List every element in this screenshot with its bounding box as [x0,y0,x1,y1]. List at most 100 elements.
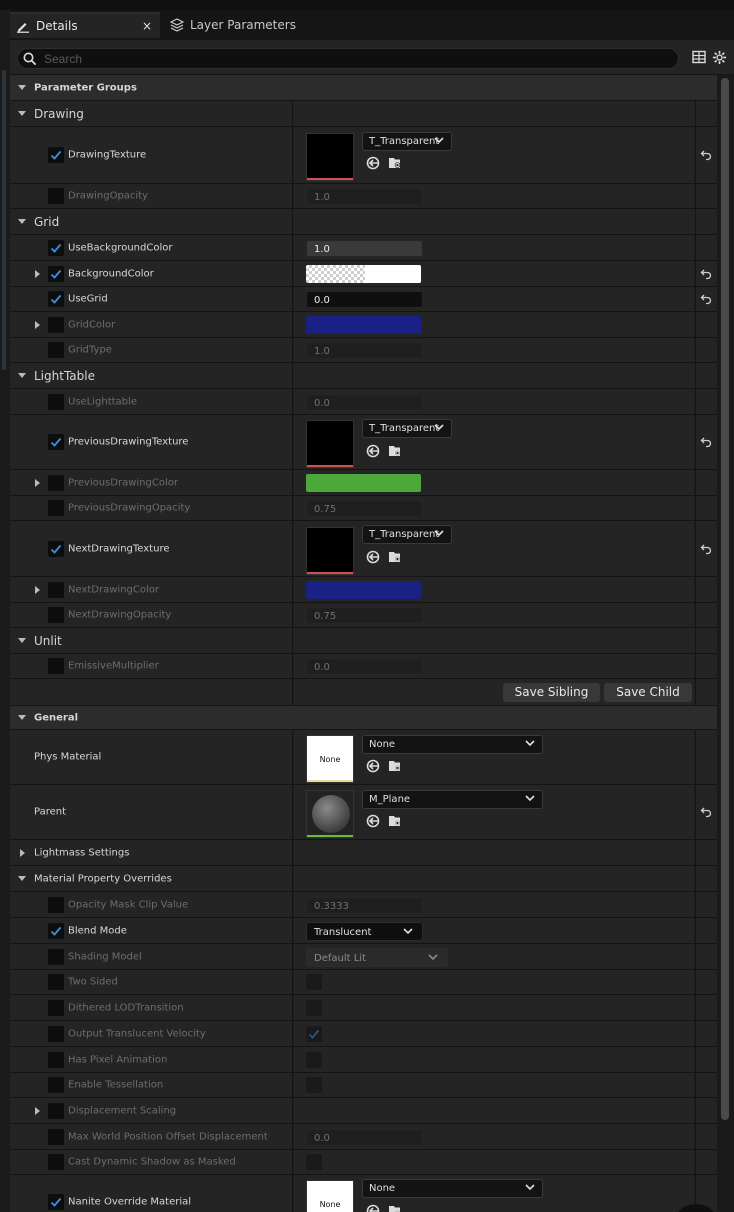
asset-picker-combo[interactable]: None [362,735,543,754]
override-checkbox[interactable] [48,393,64,410]
asset-thumbnail[interactable]: None [306,735,354,783]
search-box[interactable] [17,48,679,69]
group-unlit[interactable]: Unlit [10,628,717,654]
override-checkbox[interactable] [48,1154,64,1170]
expand-arrow-icon[interactable] [20,848,25,857]
blend-mode-dropdown[interactable]: Translucent [306,921,423,941]
asset-picker-combo[interactable]: T_Transparent [362,419,452,438]
expand-arrow-icon[interactable] [18,637,26,643]
override-checkbox[interactable] [48,658,64,674]
override-checkbox[interactable] [48,581,64,598]
use-selected-asset-icon[interactable] [366,444,380,458]
asset-picker-combo[interactable]: None [362,1179,543,1198]
value-checkbox[interactable] [306,999,322,1016]
value-field[interactable]: 0.75 [306,607,423,624]
value-checkbox[interactable] [306,974,322,990]
asset-picker-combo[interactable]: T_Transparent [362,132,452,151]
override-checkbox[interactable] [48,434,64,450]
override-checkbox[interactable] [48,1102,64,1119]
override-checkbox[interactable] [48,1025,64,1042]
expand-arrow-icon[interactable] [18,714,26,720]
override-checkbox[interactable] [48,188,64,204]
value-field[interactable]: 1.0 [306,188,423,205]
override-checkbox[interactable] [48,342,64,358]
color-swatch[interactable] [306,315,421,334]
prop-lightmass-settings[interactable]: Lightmass Settings [10,840,717,866]
browse-asset-icon[interactable] [388,759,403,773]
expand-arrow-icon[interactable] [35,585,40,594]
override-checkbox[interactable] [48,948,64,965]
browse-asset-icon[interactable] [388,550,403,564]
value-field[interactable]: 1.0 [306,239,423,257]
override-checkbox[interactable] [48,607,64,623]
color-swatch[interactable] [306,580,421,599]
asset-picker-combo[interactable]: M_Plane [362,790,543,809]
override-checkbox[interactable] [48,896,64,913]
use-selected-asset-icon[interactable] [366,1204,380,1212]
reset-to-default-icon[interactable] [700,293,712,305]
table-view-icon[interactable] [692,50,706,64]
browse-asset-icon[interactable] [388,814,403,828]
vertical-scrollbar[interactable] [717,75,734,1212]
section-parameter-groups[interactable]: Parameter Groups [10,75,717,101]
group-grid[interactable]: Grid [10,209,717,235]
expand-arrow-icon[interactable] [18,218,26,224]
browse-asset-icon[interactable] [388,444,403,458]
group-lighttable[interactable]: LightTable [10,363,717,389]
use-selected-asset-icon[interactable] [366,759,380,773]
texture-thumbnail[interactable] [306,133,354,181]
browse-asset-icon[interactable] [388,1204,403,1212]
scrollbar-thumb[interactable] [721,78,729,1120]
use-selected-asset-icon[interactable] [366,550,380,564]
reset-to-default-icon[interactable] [700,806,712,818]
override-checkbox[interactable] [48,474,64,491]
override-checkbox[interactable] [48,1077,64,1093]
color-swatch[interactable] [306,264,421,283]
texture-thumbnail[interactable] [306,526,354,575]
save-sibling-button[interactable]: Save Sibling [503,683,600,702]
override-checkbox[interactable] [48,1194,64,1210]
value-field[interactable]: 0.0 [306,393,423,411]
save-child-button[interactable]: Save Child [604,683,692,702]
override-checkbox[interactable] [48,291,64,307]
value-field[interactable]: 0.0 [306,291,423,308]
override-checkbox[interactable] [48,239,64,256]
reset-to-default-icon[interactable] [700,149,712,161]
value-field[interactable]: 1.0 [306,342,423,359]
expand-arrow-icon[interactable] [18,372,26,378]
value-field[interactable]: 0.3333 [306,896,423,914]
expand-arrow-icon[interactable] [35,269,40,278]
override-checkbox[interactable] [48,500,64,516]
value-checkbox[interactable] [306,1025,322,1042]
override-checkbox[interactable] [48,1051,64,1068]
shading-model-dropdown[interactable]: Default Lit [306,947,448,967]
close-icon[interactable]: × [142,19,152,33]
texture-thumbnail[interactable] [306,420,354,468]
override-checkbox[interactable] [48,265,64,282]
expand-arrow-icon[interactable] [18,110,26,116]
value-checkbox[interactable] [306,1154,322,1170]
override-checkbox[interactable] [48,540,64,557]
value-checkbox[interactable] [306,1051,322,1068]
value-field[interactable]: 0.0 [306,1128,423,1146]
asset-picker-combo[interactable]: T_Transparent [362,525,452,544]
asset-thumbnail[interactable]: None [306,1180,354,1212]
prop-material-property-overrides[interactable]: Material Property Overrides [10,866,717,892]
override-checkbox[interactable] [48,1128,64,1145]
search-input[interactable] [44,51,644,67]
override-checkbox[interactable] [48,974,64,990]
expand-arrow-icon[interactable] [35,320,40,329]
reset-to-default-icon[interactable] [700,543,712,555]
material-thumbnail[interactable] [306,790,354,838]
section-general[interactable]: General [10,706,717,730]
value-field[interactable]: 0.0 [306,658,423,675]
tab-details[interactable]: Details × [10,12,160,38]
reset-to-default-icon[interactable] [700,436,712,448]
override-checkbox[interactable] [48,147,64,163]
expand-arrow-icon[interactable] [18,875,26,881]
override-checkbox[interactable] [48,999,64,1016]
use-selected-asset-icon[interactable] [366,814,380,828]
expand-arrow-icon[interactable] [35,478,40,487]
group-drawing[interactable]: Drawing [10,101,717,127]
use-selected-asset-icon[interactable] [366,156,380,170]
